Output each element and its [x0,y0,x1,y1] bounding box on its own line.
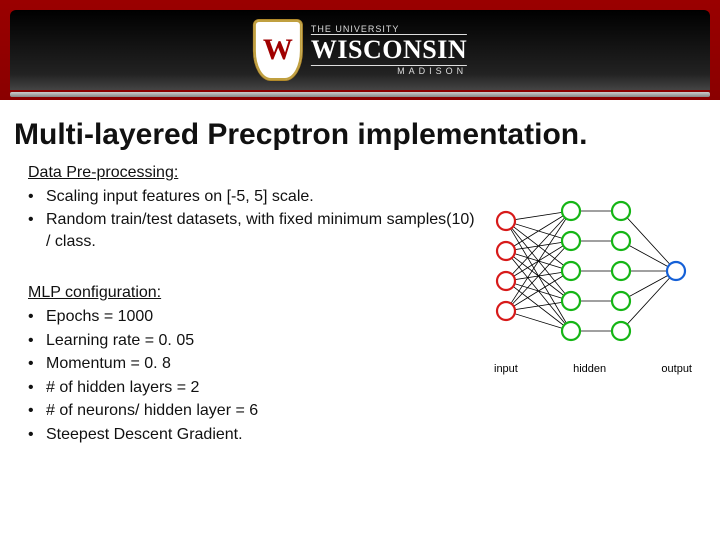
logo-text-block: THE UNIVERSITY WISCONSIN MADISON [311,24,467,76]
header-banner: W THE UNIVERSITY WISCONSIN MADISON [0,0,720,100]
label-hidden: hidden [573,363,606,375]
header-inner-bar: W THE UNIVERSITY WISCONSIN MADISON [10,10,710,90]
output-layer-nodes [667,262,685,280]
slide-title: Multi-layered Precptron implementation. [14,118,720,152]
org-line-3: MADISON [311,66,467,76]
label-output: output [661,363,692,375]
org-name: WISCONSIN [311,34,467,66]
list-item: Learning rate = 0. 05 [28,330,478,352]
list-item: Steepest Descent Gradient. [28,424,478,446]
mlp-heading: MLP configuration: [28,282,478,304]
list-item: Scaling input features on [-5, 5] scale. [28,186,478,208]
university-logo: W THE UNIVERSITY WISCONSIN MADISON [253,19,467,81]
hidden-layer-1-nodes [562,202,580,340]
crest-shield-icon: W [253,19,303,81]
org-line-1: THE UNIVERSITY [311,24,467,34]
list-item: Epochs = 1000 [28,306,478,328]
preproc-list: Scaling input features on [-5, 5] scale.… [28,186,478,253]
list-item: Momentum = 0. 8 [28,353,478,375]
network-icon [486,186,696,356]
mlp-diagram: input hidden output [486,186,696,375]
diagram-labels: input hidden output [486,361,696,375]
preproc-heading: Data Pre-processing: [28,162,478,184]
list-item: Random train/test datasets, with fixed m… [28,209,478,252]
mlp-list: Epochs = 1000 Learning rate = 0. 05 Mome… [28,306,478,446]
text-column: Data Pre-processing: Scaling input featu… [28,162,478,476]
list-item: # of hidden layers = 2 [28,377,478,399]
header-divider [10,92,710,97]
label-input: input [494,363,518,375]
input-layer-nodes [497,212,515,320]
list-item: # of neurons/ hidden layer = 6 [28,400,478,422]
hidden-layer-2-nodes [612,202,630,340]
content-row: Data Pre-processing: Scaling input featu… [0,162,720,476]
crest-letter: W [263,33,293,67]
